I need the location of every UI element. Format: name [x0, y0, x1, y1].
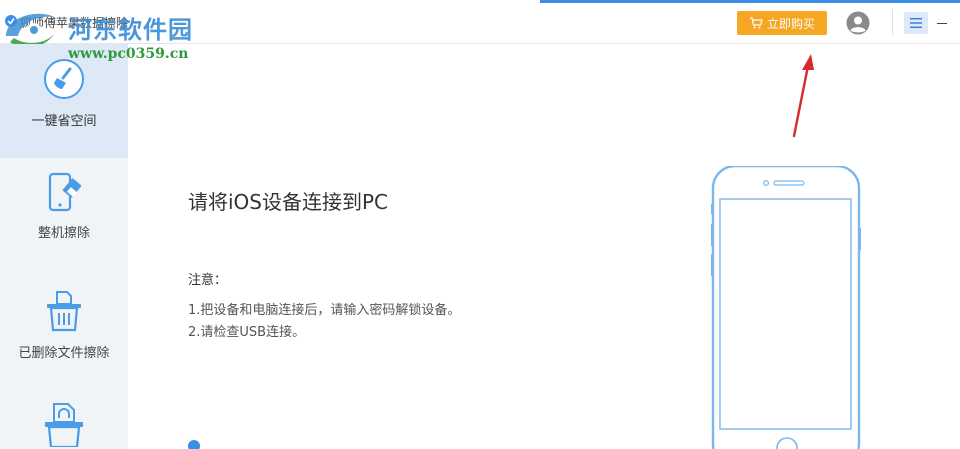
watermark-url: www.pc0359.cn [68, 46, 189, 62]
watermark-title: 河东软件园 [68, 15, 193, 44]
help-dot-icon [188, 440, 200, 449]
sidebar-item-private-erase[interactable] [0, 402, 128, 449]
minimize-button[interactable] [934, 12, 950, 34]
notice-title: 注意： [188, 273, 228, 288]
menu-button[interactable] [904, 12, 928, 34]
top-accent-bar [540, 0, 960, 3]
iphone-illustration [711, 166, 861, 449]
buy-now-label: 立即购买 [766, 16, 815, 31]
buy-now-button[interactable]: 立即购买 [737, 11, 827, 35]
annotation-arrow-icon [792, 54, 814, 138]
lock-file-icon [45, 403, 83, 447]
sidebar-item-deleted-files-erase[interactable]: 已删除文件擦除 [0, 290, 128, 370]
phone-eraser-icon [48, 172, 81, 212]
title-bar: 疯师傅苹果数据擦除 河东软件园 www.pc0359.cn 立即购买 [0, 0, 960, 62]
connect-device-heading: 请将iOS设备连接到PC [188, 190, 389, 214]
sidebar-item-label: 已删除文件擦除 [18, 346, 110, 361]
notice-line: 1.把设备和电脑连接后，请输入密码解锁设备。 [188, 303, 461, 318]
main-panel: 请将iOS设备连接到PC 注意： 1.把设备和电脑连接后，请输入密码解锁设备。 … [128, 44, 960, 449]
minimize-icon [937, 22, 947, 24]
sidebar-item-label: 一键省空间 [31, 114, 97, 129]
device-not-recognized-link[interactable] [188, 440, 208, 449]
cart-icon [749, 17, 763, 29]
toolbar-divider [892, 9, 893, 35]
sidebar-item-full-erase[interactable]: 整机擦除 [0, 172, 128, 252]
hamburger-icon [910, 18, 922, 28]
trash-file-icon [47, 291, 81, 332]
broom-icon [44, 59, 84, 99]
user-avatar-icon[interactable] [846, 11, 870, 35]
notice-line: 2.请检查USB连接。 [188, 325, 306, 340]
sidebar-item-label: 整机擦除 [37, 226, 90, 241]
sidebar: 一键省空间 整机擦除 已删除文件擦除 [0, 44, 128, 449]
